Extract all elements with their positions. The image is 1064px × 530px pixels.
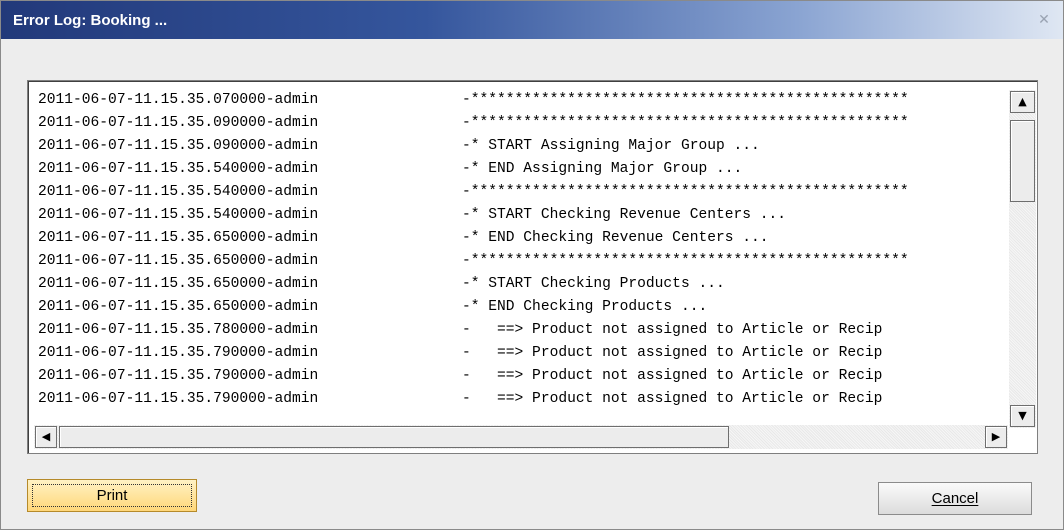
log-timestamp: 2011-06-07-11.15.35.540000-admin — [38, 207, 319, 223]
log-row[interactable]: 2011-06-07-11.15.35.650000-admin -* END C… — [28, 296, 1008, 319]
horizontal-scrollbar[interactable]: ◀ ▶ — [34, 425, 1008, 449]
log-timestamp: 2011-06-07-11.15.35.790000-admin — [38, 345, 319, 361]
log-timestamp: 2011-06-07-11.15.35.650000-admin — [38, 230, 319, 246]
log-row[interactable]: 2011-06-07-11.15.35.540000-admin -*******… — [28, 181, 1008, 204]
log-message: -* END Checking Products ... — [462, 299, 708, 315]
vertical-scroll-thumb[interactable] — [1010, 120, 1035, 202]
log-row[interactable]: 2011-06-07-11.15.35.540000-admin -* END A… — [28, 158, 1008, 181]
log-message: -* START Checking Revenue Centers ... — [462, 207, 787, 223]
log-row[interactable]: 2011-06-07-11.15.35.650000-admin -*******… — [28, 250, 1008, 273]
title-bar[interactable]: Error Log: Booking ... ✕ — [1, 1, 1063, 39]
scroll-up-button[interactable]: ▲ — [1010, 91, 1035, 113]
log-message: -* START Assigning Major Group ... — [462, 138, 760, 154]
log-row[interactable]: 2011-06-07-11.15.35.780000-admin - ==> Pr… — [28, 319, 1008, 342]
log-rows: 2011-06-07-11.15.35.070000-admin -*******… — [28, 89, 1008, 412]
close-icon[interactable]: ✕ — [1035, 11, 1053, 29]
log-message: -***************************************… — [462, 253, 909, 269]
log-message: -* START Checking Products ... — [462, 276, 725, 292]
log-row[interactable]: 2011-06-07-11.15.35.090000-admin -* START… — [28, 135, 1008, 158]
scroll-left-button[interactable]: ◀ — [35, 426, 57, 448]
log-message: - ==> Product not assigned to Article or… — [462, 391, 883, 407]
log-message: -* END Checking Revenue Centers ... — [462, 230, 769, 246]
log-row[interactable]: 2011-06-07-11.15.35.650000-admin -* END C… — [28, 227, 1008, 250]
log-row[interactable]: 2011-06-07-11.15.35.650000-admin -* START… — [28, 273, 1008, 296]
log-timestamp: 2011-06-07-11.15.35.650000-admin — [38, 253, 319, 269]
log-row[interactable]: 2011-06-07-11.15.35.540000-admin -* START… — [28, 204, 1008, 227]
log-message: - ==> Product not assigned to Article or… — [462, 322, 883, 338]
log-message: -***************************************… — [462, 115, 909, 131]
log-row[interactable]: 2011-06-07-11.15.35.790000-admin - ==> Pr… — [28, 342, 1008, 365]
log-message: - ==> Product not assigned to Article or… — [462, 345, 883, 361]
log-message: -***************************************… — [462, 184, 909, 200]
log-timestamp: 2011-06-07-11.15.35.070000-admin — [38, 92, 319, 108]
log-row[interactable]: 2011-06-07-11.15.35.790000-admin - ==> Pr… — [28, 365, 1008, 388]
window-title: Error Log: Booking ... — [13, 12, 168, 29]
log-timestamp: 2011-06-07-11.15.35.540000-admin — [38, 161, 319, 177]
log-row[interactable]: 2011-06-07-11.15.35.090000-admin -*******… — [28, 112, 1008, 135]
scroll-down-button[interactable]: ▼ — [1010, 405, 1035, 427]
log-timestamp: 2011-06-07-11.15.35.090000-admin — [38, 115, 319, 131]
log-timestamp: 2011-06-07-11.15.35.790000-admin — [38, 391, 319, 407]
focus-rectangle — [32, 484, 192, 507]
cancel-button[interactable]: Cancel — [878, 482, 1032, 515]
log-timestamp: 2011-06-07-11.15.35.540000-admin — [38, 184, 319, 200]
log-listbox[interactable]: 2011-06-07-11.15.35.070000-admin -*******… — [27, 80, 1038, 454]
print-button[interactable]: Print — [27, 479, 197, 512]
log-message: - ==> Product not assigned to Article or… — [462, 368, 883, 384]
vertical-scrollbar[interactable]: ▲ ▼ — [1009, 90, 1036, 428]
scroll-right-button[interactable]: ▶ — [985, 426, 1007, 448]
log-timestamp: 2011-06-07-11.15.35.790000-admin — [38, 368, 319, 384]
log-message: -* END Assigning Major Group ... — [462, 161, 743, 177]
log-row[interactable]: 2011-06-07-11.15.35.070000-admin -*******… — [28, 89, 1008, 112]
log-timestamp: 2011-06-07-11.15.35.090000-admin — [38, 138, 319, 154]
horizontal-scroll-thumb[interactable] — [59, 426, 729, 448]
log-timestamp: 2011-06-07-11.15.35.650000-admin — [38, 276, 319, 292]
log-timestamp: 2011-06-07-11.15.35.650000-admin — [38, 299, 319, 315]
log-timestamp: 2011-06-07-11.15.35.780000-admin — [38, 322, 319, 338]
log-row[interactable]: 2011-06-07-11.15.35.790000-admin - ==> Pr… — [28, 388, 1008, 411]
cancel-button-label: Cancel — [931, 490, 979, 507]
error-log-window: Error Log: Booking ... ✕ 2011-06-07-11.1… — [0, 0, 1064, 530]
log-message: -***************************************… — [462, 92, 909, 108]
